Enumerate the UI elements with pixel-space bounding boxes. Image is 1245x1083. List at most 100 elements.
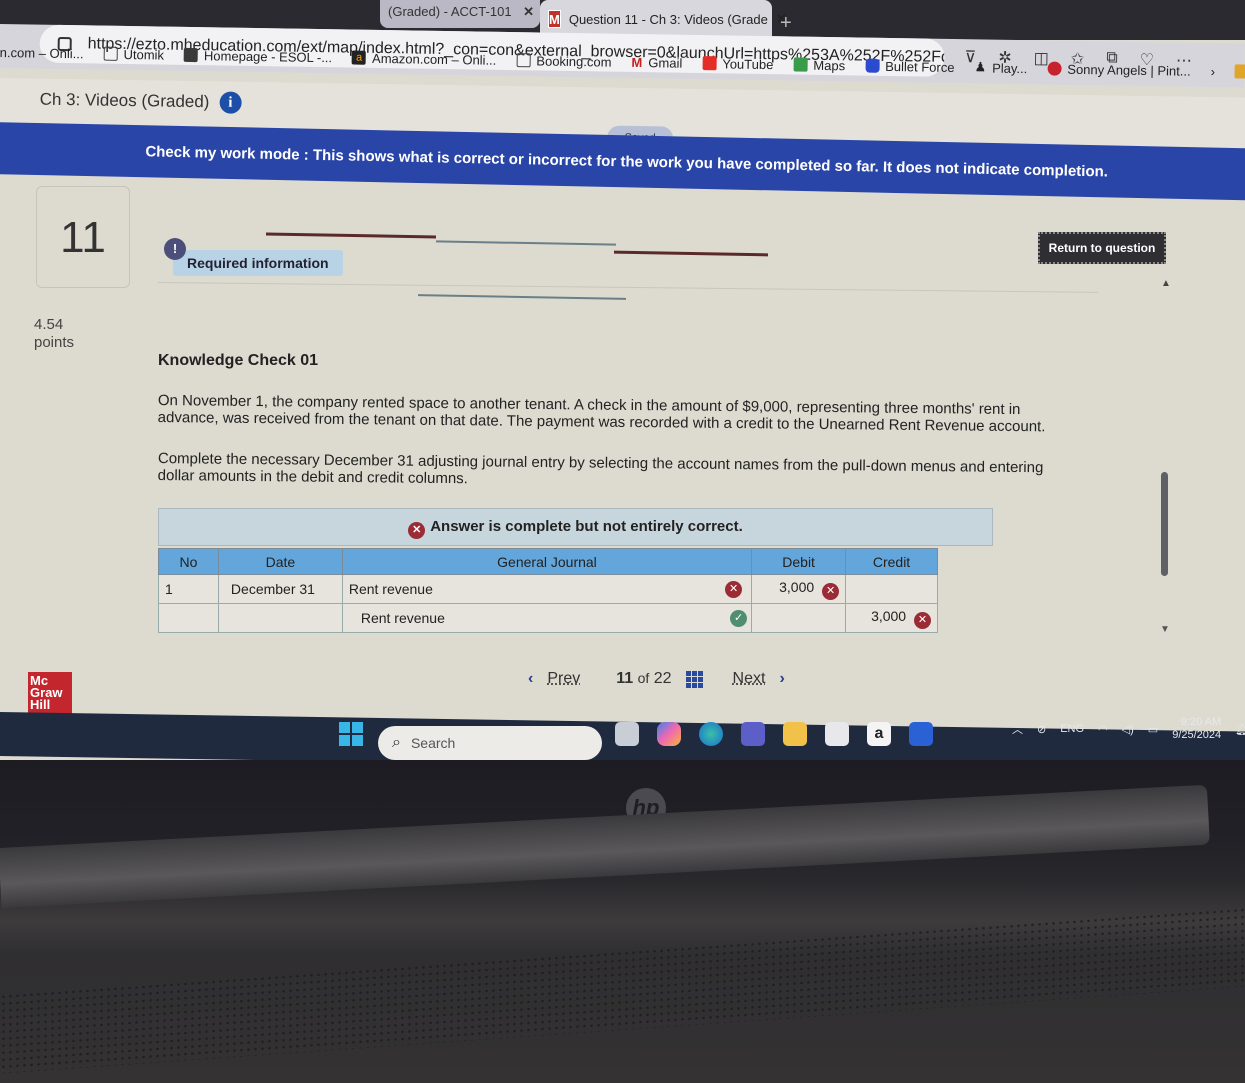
bookmark[interactable]: ♟ Play... xyxy=(974,59,1027,76)
scrollbar-thumb[interactable] xyxy=(1161,472,1168,576)
table-header-row: No Date General Journal Debit Credit xyxy=(158,548,938,575)
question-instructions: Complete the necessary December 31 adjus… xyxy=(157,450,1044,488)
incorrect-icon: ✕ xyxy=(725,581,743,598)
bookmark[interactable]: Homepage - ESOL -... xyxy=(183,47,332,65)
wifi-icon[interactable]: ◠ xyxy=(1098,723,1108,736)
scroll-up-arrow-icon[interactable]: ▲ xyxy=(1161,278,1171,289)
debit-input[interactable] xyxy=(751,603,847,633)
correct-check-icon: ✓ xyxy=(730,610,748,627)
bookmark[interactable]: Booking.com xyxy=(516,53,612,69)
points-label: points xyxy=(34,334,75,351)
notifications-bell-icon[interactable]: 🔔︎ xyxy=(1235,723,1245,736)
points: 4.54 points xyxy=(34,316,74,352)
question-content: 11 4.54 points ! Required information Re… xyxy=(0,172,1245,712)
copilot-icon[interactable] xyxy=(657,722,681,746)
teams-icon[interactable] xyxy=(741,722,765,746)
tab-title: Question 11 - Ch 3: Videos (Grade xyxy=(568,11,768,27)
browser-tab-previous[interactable]: (Graded) - ACCT-101 ✕ xyxy=(380,0,540,28)
chevron-right-icon[interactable]: › xyxy=(779,670,784,688)
shield-icon xyxy=(865,58,880,73)
amazon-icon: a xyxy=(352,50,367,65)
column-header-date: Date xyxy=(217,548,343,575)
folder-icon xyxy=(1234,64,1245,79)
mcgraw-hill-favicon-icon: M xyxy=(548,10,561,28)
edge-icon[interactable] xyxy=(699,722,723,746)
page-icon xyxy=(516,53,531,68)
new-tab-button[interactable]: + xyxy=(780,12,792,35)
assignment-title: Ch 3: Videos (Graded) i xyxy=(39,89,242,114)
chevron-up-icon[interactable]: ︿ xyxy=(1012,721,1023,737)
account-select[interactable]: Rent revenue ✕ xyxy=(341,574,753,604)
column-header-debit: Debit xyxy=(751,548,847,575)
bookmark[interactable]: YouTube xyxy=(702,56,774,72)
clock[interactable]: 9:20 AM 9/25/2024 xyxy=(1172,716,1221,742)
info-icon[interactable]: i xyxy=(219,91,242,114)
bookmarks-overflow-chevron-icon[interactable]: › xyxy=(1211,64,1216,79)
bookmark[interactable]: Bullet Force xyxy=(865,58,955,74)
alert-icon: ! xyxy=(164,238,186,260)
game-icon: ♟ xyxy=(974,59,987,75)
incorrect-icon: ✕ xyxy=(914,611,931,629)
laptop-screen: (Graded) - ACCT-101 ✕ M Question 11 - Ch… xyxy=(0,0,1245,770)
youtube-icon xyxy=(702,56,717,71)
table-row: 1 December 31 Rent revenue ✕ 3,000 ✕ xyxy=(158,574,938,604)
divider xyxy=(157,282,1098,293)
windows-start-icon[interactable] xyxy=(339,722,363,746)
page-indicator: 11 of 22 xyxy=(616,670,672,687)
amazon-icon[interactable]: a xyxy=(867,722,891,746)
bookmark[interactable]: Maps xyxy=(793,57,845,73)
other-favorites[interactable]: Other favorites xyxy=(1234,64,1245,81)
divider xyxy=(613,250,769,257)
maps-icon xyxy=(793,57,808,72)
battery-icon[interactable]: ▭ xyxy=(1148,723,1158,736)
tab-title: (Graded) - ACCT-101 xyxy=(388,4,512,19)
divider xyxy=(417,294,627,300)
table-row: Rent revenue ✓ 3,000 ✕ xyxy=(158,603,938,633)
d2l-icon xyxy=(183,47,199,63)
dropbox-icon[interactable] xyxy=(909,722,933,746)
entry-number xyxy=(158,603,219,633)
pinterest-icon xyxy=(1047,61,1062,76)
credit-input[interactable]: 3,000 ✕ xyxy=(845,603,938,633)
notification-off-icon[interactable]: ⊘ xyxy=(1037,723,1046,736)
taskbar-search[interactable]: ⌕ Search xyxy=(378,726,602,760)
language-indicator[interactable]: ENG xyxy=(1060,723,1084,735)
credit-input[interactable] xyxy=(845,574,938,604)
microsoft-store-icon[interactable] xyxy=(825,722,849,746)
chevron-left-icon[interactable]: ‹ xyxy=(528,670,533,688)
divider xyxy=(265,232,437,239)
search-icon: ⌕ xyxy=(392,734,401,751)
bookmark[interactable]: M Gmail xyxy=(631,54,682,70)
system-tray: ︿ ⊘ ENG ◠ ◁) ▭ 9:20 AM 9/25/2024 🔔︎ xyxy=(1012,716,1245,742)
entry-date: December 31 xyxy=(217,574,343,604)
journal-entry-table: No Date General Journal Debit Credit 1 D… xyxy=(158,548,938,633)
prev-button[interactable]: Prev xyxy=(547,670,580,688)
column-header-general-journal: General Journal xyxy=(341,548,753,575)
bookmark[interactable]: n.com – Onli... xyxy=(0,44,84,60)
task-view-icon[interactable] xyxy=(615,722,639,746)
file-explorer-icon[interactable] xyxy=(783,722,807,746)
debit-input[interactable]: 3,000 ✕ xyxy=(751,574,847,604)
entry-number: 1 xyxy=(158,574,219,604)
next-button[interactable]: Next xyxy=(733,670,766,688)
divider xyxy=(435,240,617,246)
column-header-credit: Credit xyxy=(845,548,938,575)
answer-status-banner: ✕ Answer is complete but not entirely cor… xyxy=(158,508,993,546)
mcgraw-hill-logo: Mc Graw Hill xyxy=(28,672,72,714)
question-number: 11 xyxy=(36,186,130,288)
points-value: 4.54 xyxy=(34,316,64,333)
scroll-down-arrow-icon[interactable]: ▼ xyxy=(1160,624,1170,635)
account-select[interactable]: Rent revenue ✓ xyxy=(341,603,753,633)
required-information-tab[interactable]: Required information xyxy=(173,250,343,276)
gmail-icon: M xyxy=(631,54,643,70)
bookmark[interactable]: a Amazon.com – Onli... xyxy=(352,50,496,67)
entry-date xyxy=(217,603,343,633)
volume-icon[interactable]: ◁) xyxy=(1122,723,1134,736)
question-grid-icon[interactable] xyxy=(685,670,703,688)
page-icon xyxy=(103,46,118,61)
question-paragraph: On November 1, the company rented space … xyxy=(157,392,1046,436)
bookmark[interactable]: Sonny Angels | Pint... xyxy=(1047,61,1191,78)
return-to-question-button[interactable]: Return to question xyxy=(1038,232,1166,264)
close-tab-icon[interactable]: ✕ xyxy=(523,4,534,19)
bookmark[interactable]: Utomik xyxy=(103,46,164,62)
